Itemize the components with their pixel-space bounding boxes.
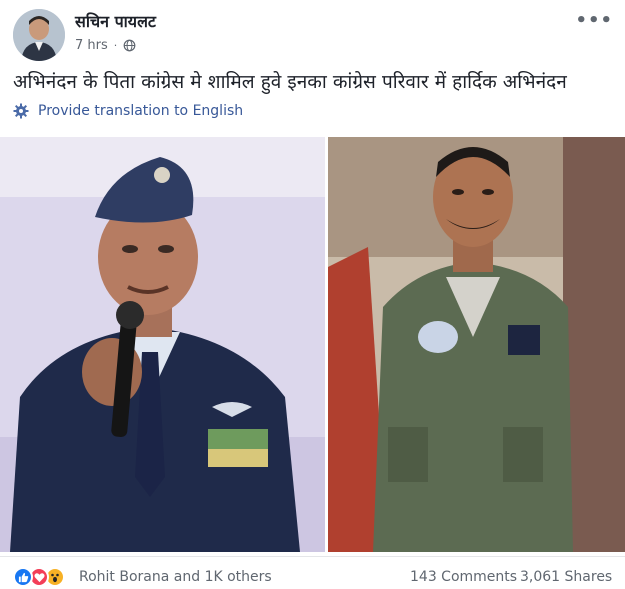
- facebook-post: सचिन पायलट 7 hrs · ••• अभिनंदन के पिता क…: [0, 0, 625, 589]
- photo-man-in-air-force-cap-with-microphone: [0, 137, 325, 552]
- meta-separator: ·: [113, 39, 118, 52]
- author-avatar[interactable]: [13, 9, 65, 61]
- comments-count[interactable]: 143 Comments: [410, 569, 517, 585]
- translate-link[interactable]: Provide translation to English: [13, 103, 243, 119]
- post-photo-left[interactable]: [0, 137, 325, 552]
- post-footer: Rohit Borana and 1K others 143 Comments …: [0, 556, 625, 589]
- post-status-text: अभिनंदन के पिता कांग्रेस मे शामिल हुवे इ…: [13, 71, 567, 93]
- like-icon: [13, 567, 33, 587]
- reactors-count[interactable]: Rohit Borana and 1K others: [79, 569, 272, 585]
- avatar-image: [13, 9, 65, 61]
- post-meta: 7 hrs ·: [75, 38, 136, 53]
- photo-pilot-in-flight-suit: [328, 137, 625, 552]
- reaction-icons[interactable]: [13, 567, 65, 587]
- more-options-icon[interactable]: •••: [575, 10, 613, 31]
- translate-label: Provide translation to English: [38, 103, 244, 119]
- shares-count[interactable]: 3,061 Shares: [520, 569, 612, 585]
- globe-icon[interactable]: [123, 39, 136, 52]
- author-name[interactable]: सचिन पायलट: [75, 10, 156, 32]
- gear-icon: [13, 103, 29, 119]
- post-time[interactable]: 7 hrs: [75, 38, 108, 53]
- post-photo-right[interactable]: [328, 137, 625, 552]
